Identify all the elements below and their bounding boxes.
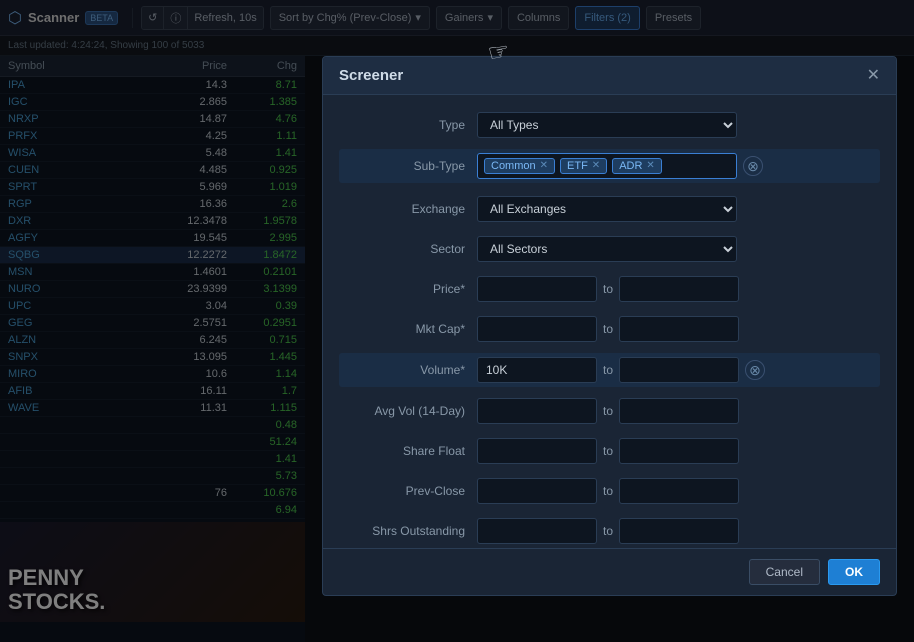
type-select[interactable]: All Types [477, 112, 737, 138]
modal-overlay: Screener ✕ Type All Types Sub-Type [0, 0, 914, 642]
type-label: Type [347, 118, 477, 132]
mktcap-to-label: to [603, 322, 613, 336]
sharefloat-to-label: to [603, 444, 613, 458]
prevclose-to-input[interactable] [619, 478, 739, 504]
tag-adr-close[interactable]: ✕ [646, 161, 654, 171]
subtype-label: Sub-Type [347, 159, 477, 173]
volume-clear-button[interactable]: ⊗ [745, 360, 765, 380]
tag-common-close[interactable]: ✕ [540, 161, 548, 171]
volume-row: Volume* to ⊗ [339, 353, 880, 387]
sector-label: Sector [347, 242, 477, 256]
mktcap-label: Mkt Cap* [347, 322, 477, 336]
volume-label: Volume* [347, 363, 477, 377]
sharefloat-control: to [477, 438, 872, 464]
tag-etf-close[interactable]: ✕ [592, 161, 600, 171]
volume-control: to ⊗ [477, 357, 872, 383]
sharefloat-range: to [477, 438, 739, 464]
sector-row: Sector All Sectors [347, 235, 872, 263]
avgvol-range: to [477, 398, 739, 424]
subtype-clear-button[interactable]: ⊗ [743, 156, 763, 176]
price-range: to [477, 276, 739, 302]
mktcap-control: to [477, 316, 872, 342]
price-label: Price* [347, 282, 477, 296]
mktcap-to-input[interactable] [619, 316, 739, 342]
modal-footer: Cancel OK [323, 548, 896, 595]
shrsoutstanding-row: Shrs Outstanding to [347, 517, 872, 545]
subtype-control: Common ✕ ETF ✕ ADR ✕ ⊗ [477, 153, 872, 179]
volume-to-label: to [603, 363, 613, 377]
modal-title: Screener [339, 67, 403, 84]
exchange-control: All Exchanges [477, 196, 872, 222]
cancel-button[interactable]: Cancel [749, 559, 820, 585]
shrsoutstanding-from-input[interactable] [477, 518, 597, 544]
exchange-row: Exchange All Exchanges [347, 195, 872, 223]
screener-modal: Screener ✕ Type All Types Sub-Type [322, 56, 897, 596]
sharefloat-from-input[interactable] [477, 438, 597, 464]
price-from-input[interactable] [477, 276, 597, 302]
prevclose-from-input[interactable] [477, 478, 597, 504]
shrsoutstanding-control: to [477, 518, 872, 544]
exchange-select[interactable]: All Exchanges [477, 196, 737, 222]
prevclose-control: to [477, 478, 872, 504]
price-row: Price* to [347, 275, 872, 303]
shrsoutstanding-to-label: to [603, 524, 613, 538]
mktcap-from-input[interactable] [477, 316, 597, 342]
subtype-row: Sub-Type Common ✕ ETF ✕ ADR ✕ [339, 149, 880, 183]
avgvol-label: Avg Vol (14-Day) [347, 404, 477, 418]
modal-body[interactable]: Type All Types Sub-Type Common ✕ [323, 95, 896, 548]
tag-common[interactable]: Common ✕ [484, 158, 555, 174]
shrsoutstanding-to-input[interactable] [619, 518, 739, 544]
sector-control: All Sectors [477, 236, 872, 262]
sharefloat-to-input[interactable] [619, 438, 739, 464]
type-row: Type All Types [347, 111, 872, 139]
price-to-label: to [603, 282, 613, 296]
shrsoutstanding-range: to [477, 518, 739, 544]
tag-adr[interactable]: ADR ✕ [612, 158, 662, 174]
tag-etf[interactable]: ETF ✕ [560, 158, 607, 174]
price-control: to [477, 276, 872, 302]
exchange-label: Exchange [347, 202, 477, 216]
subtype-tags-container[interactable]: Common ✕ ETF ✕ ADR ✕ [477, 153, 737, 179]
mktcap-row: Mkt Cap* to [347, 315, 872, 343]
modal-header: Screener ✕ [323, 57, 896, 95]
volume-from-input[interactable] [477, 357, 597, 383]
avgvol-to-label: to [603, 404, 613, 418]
shrsoutstanding-label: Shrs Outstanding [347, 524, 477, 538]
volume-to-input[interactable] [619, 357, 739, 383]
prevclose-to-label: to [603, 484, 613, 498]
avgvol-to-input[interactable] [619, 398, 739, 424]
ok-button[interactable]: OK [828, 559, 880, 585]
modal-close-button[interactable]: ✕ [867, 68, 880, 84]
avgvol-control: to [477, 398, 872, 424]
prevclose-range: to [477, 478, 739, 504]
mktcap-range: to [477, 316, 739, 342]
prevclose-row: Prev-Close to [347, 477, 872, 505]
volume-range: to ⊗ [477, 357, 765, 383]
price-to-input[interactable] [619, 276, 739, 302]
type-control: All Types [477, 112, 872, 138]
sharefloat-label: Share Float [347, 444, 477, 458]
sector-select[interactable]: All Sectors [477, 236, 737, 262]
avgvol-row: Avg Vol (14-Day) to [347, 397, 872, 425]
prevclose-label: Prev-Close [347, 484, 477, 498]
sharefloat-row: Share Float to [347, 437, 872, 465]
avgvol-from-input[interactable] [477, 398, 597, 424]
